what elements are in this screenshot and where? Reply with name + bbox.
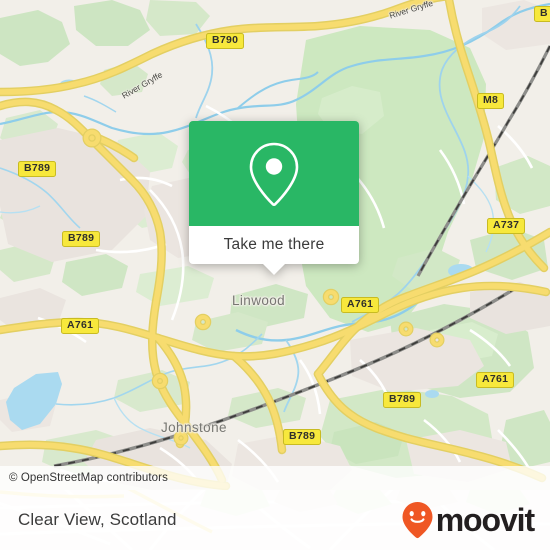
moovit-wordmark: moovit: [435, 502, 535, 538]
moovit-brand-logo[interactable]: moovit: [401, 501, 535, 539]
callout-image-panel: [189, 121, 359, 226]
place-label-linwood: Linwood: [232, 293, 286, 308]
footer-bar: Clear View, Scotland moovit: [0, 490, 550, 550]
moovit-map-screenshot: Linwood Johnstone River Gryffe River Gry…: [0, 0, 550, 550]
moovit-smiling-pin-icon: [402, 502, 433, 539]
map-pin-icon: [249, 142, 299, 206]
openstreetmap-attribution[interactable]: © OpenStreetMap contributors: [0, 472, 168, 484]
road-shield-a761-center: A761: [341, 297, 380, 313]
road-shield-b789-northwest: B789: [18, 161, 57, 177]
location-title: Clear View, Scotland: [18, 510, 177, 529]
place-label-johnstone: Johnstone: [161, 420, 227, 435]
road-shield-b789-west: B789: [62, 231, 101, 247]
road-shield-a761-east: A761: [476, 372, 515, 388]
callout-pointer-tail: [263, 264, 285, 275]
road-shield-m8: M8: [477, 93, 505, 109]
road-shield-a737: A737: [487, 218, 526, 234]
road-shield-b790: B790: [206, 33, 245, 49]
road-shield-b789-south: B789: [283, 429, 322, 445]
map-canvas[interactable]: Linwood Johnstone River Gryffe River Gry…: [0, 0, 550, 490]
road-shield-b789-southeast: B789: [383, 392, 422, 408]
take-me-there-label: Take me there: [223, 236, 325, 253]
road-shield-a761-west: A761: [61, 318, 100, 334]
road-shield-edge-partial: B: [534, 6, 550, 22]
take-me-there-callout[interactable]: Take me there: [189, 121, 359, 275]
callout-action-panel[interactable]: Take me there: [189, 226, 359, 264]
map-attribution-bar: © OpenStreetMap contributors: [0, 466, 550, 490]
